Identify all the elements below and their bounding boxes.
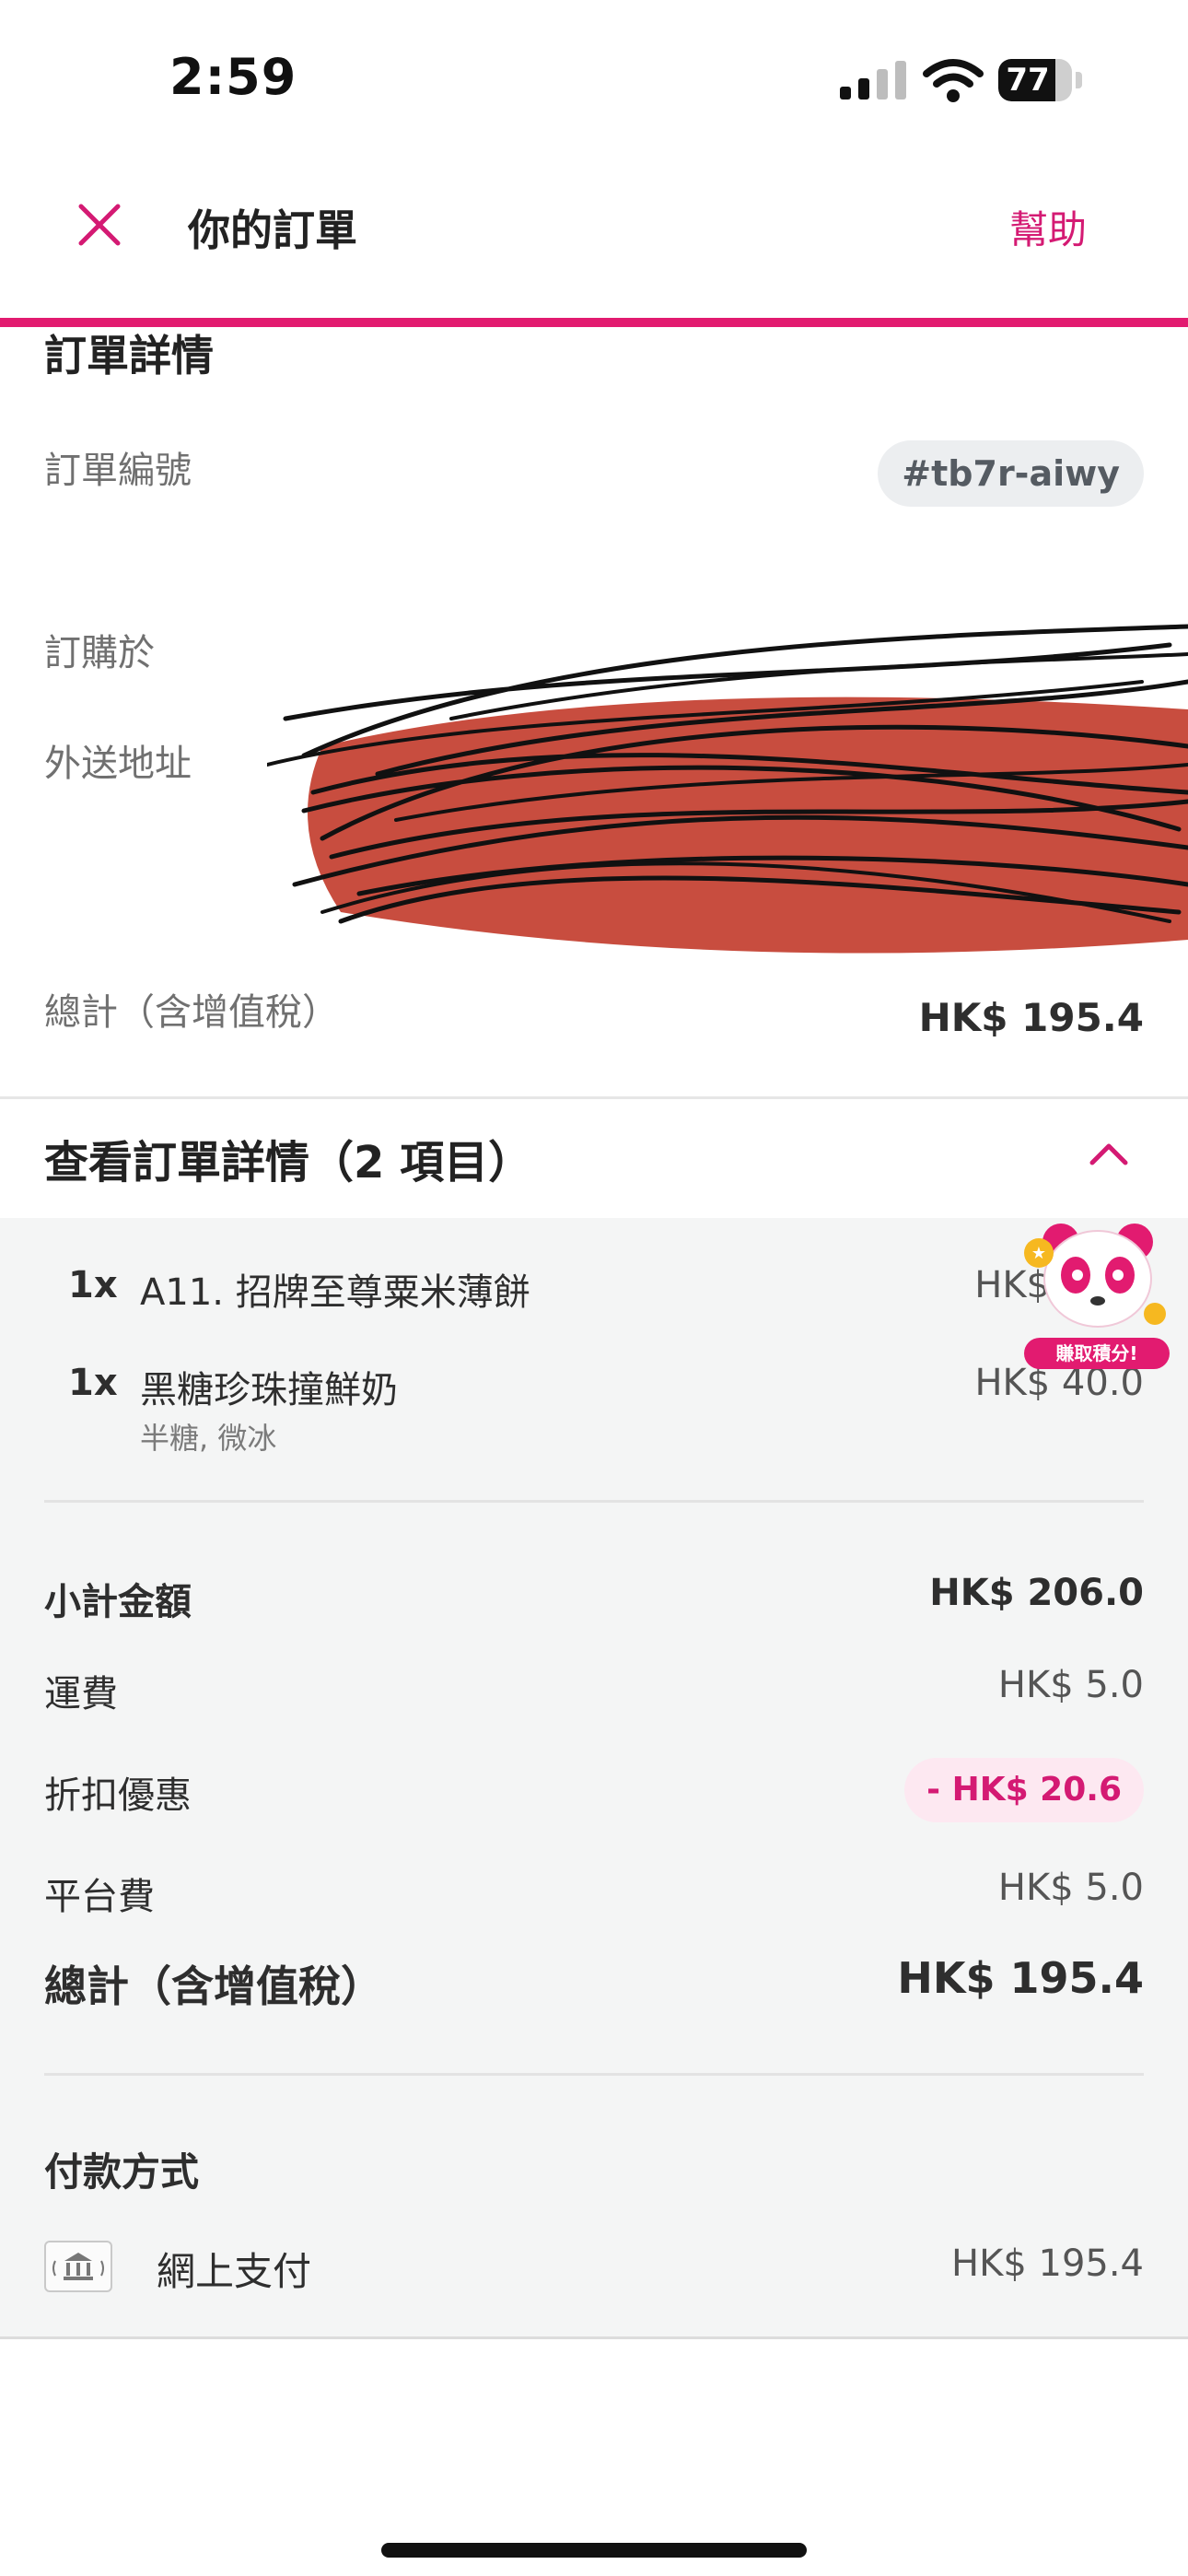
order-details-heading: 訂單詳情 xyxy=(44,331,214,381)
platform-fee-value: HK$ 5.0 xyxy=(997,1867,1144,1909)
item-name: A11. 招牌至尊粟米薄餅 xyxy=(140,1271,530,1314)
wifi-icon xyxy=(923,59,984,102)
payment-heading: 付款方式 xyxy=(44,2149,200,2195)
panel-bottom-border xyxy=(0,2336,1188,2339)
item-quantity: 1x xyxy=(68,1362,118,1404)
help-button[interactable]: 幫助 xyxy=(1009,199,1087,255)
bank-icon xyxy=(44,2241,112,2292)
item-options: 半糖, 微冰 xyxy=(140,1421,277,1456)
grand-total-label: 總計（含增值稅） xyxy=(44,1961,383,2011)
platform-fee-label: 平台費 xyxy=(44,1876,155,1918)
grand-total-value: HK$ 195.4 xyxy=(897,1953,1144,2003)
items-divider xyxy=(44,1500,1144,1503)
ordered-from-label: 訂購於 xyxy=(44,632,155,674)
battery-icon: 77 xyxy=(998,59,1083,101)
item-name: 黑糖珍珠撞鮮奶 xyxy=(140,1369,398,1411)
home-indicator[interactable] xyxy=(381,2543,807,2558)
payment-amount: HK$ 195.4 xyxy=(951,2242,1144,2285)
signal-icon xyxy=(840,61,906,100)
payment-method: 網上支付 xyxy=(157,2249,312,2294)
chevron-up-icon[interactable] xyxy=(1089,1141,1129,1166)
subtotal-label: 小計金額 xyxy=(44,1581,192,1623)
svg-text:★: ★ xyxy=(1031,1244,1046,1263)
section-divider xyxy=(0,1096,1188,1099)
redaction-scribble xyxy=(267,624,1188,954)
rewards-tag: 賺取積分! xyxy=(1024,1338,1170,1369)
page-title: 你的訂單 xyxy=(188,205,357,255)
rewards-mascot-button[interactable]: ★ 賺取積分! xyxy=(1017,1214,1173,1375)
order-items-toggle[interactable]: 查看訂單詳情（2 項目） xyxy=(44,1126,532,1190)
delivery-address-label: 外送地址 xyxy=(44,743,192,785)
discount-badge: - HK$ 20.6 xyxy=(904,1758,1144,1822)
order-number-badge: #tb7r-aiwy xyxy=(878,440,1144,507)
total-value: HK$ 195.4 xyxy=(918,995,1144,1040)
status-time: 2:59 xyxy=(169,48,297,106)
order-number-label: 訂單編號 xyxy=(44,450,192,492)
total-label: 總計（含增值稅） xyxy=(44,991,339,1034)
subtotal-value: HK$ 206.0 xyxy=(929,1572,1144,1614)
item-quantity: 1x xyxy=(68,1264,118,1306)
close-icon[interactable] xyxy=(72,197,127,252)
payment-divider xyxy=(44,2073,1144,2076)
delivery-fee-label: 運費 xyxy=(44,1673,118,1715)
delivery-fee-value: HK$ 5.0 xyxy=(997,1664,1144,1706)
discount-label: 折扣優惠 xyxy=(44,1774,192,1817)
battery-level: 77 xyxy=(1006,62,1050,99)
